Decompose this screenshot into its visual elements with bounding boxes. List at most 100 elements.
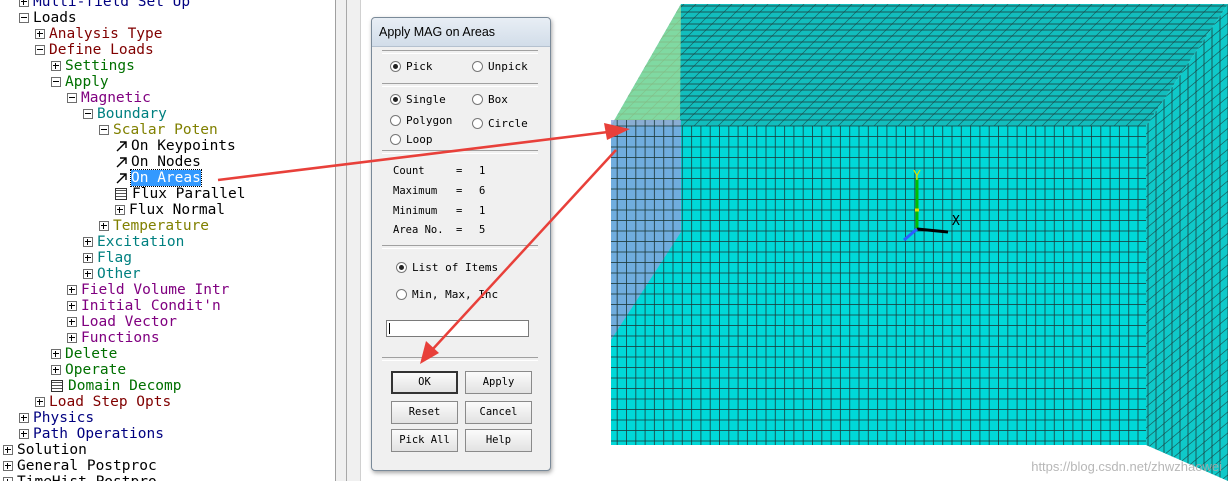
tree-item[interactable]: On Nodes [115, 154, 201, 170]
tree-item[interactable]: Excitation [83, 234, 184, 250]
polygon-radio[interactable]: Polygon [390, 114, 452, 127]
axis-y-label: Y [913, 169, 921, 184]
expand-icon[interactable] [35, 397, 45, 407]
collapse-icon[interactable] [83, 109, 93, 119]
tree-item[interactable]: Field Volume Intr [67, 282, 229, 298]
graphics-viewport[interactable]: Y X https://blog.csdn.net/zhwzhaowei [580, 0, 1228, 481]
ok-button[interactable]: OK [391, 371, 458, 394]
min-max-inc-radio[interactable]: Min, Max, Inc [396, 288, 498, 301]
tree-item-label: Analysis Type [49, 26, 163, 42]
expand-icon[interactable] [67, 333, 77, 343]
tree-item[interactable]: On Keypoints [115, 138, 236, 154]
pick-all-button[interactable]: Pick All [391, 429, 458, 452]
dialog-title: Apply MAG on Areas [372, 18, 550, 47]
expand-icon[interactable] [35, 29, 45, 39]
polygon-label: Polygon [406, 114, 453, 127]
tree-item[interactable]: Other [83, 266, 141, 282]
tree-item[interactable]: Boundary [83, 106, 167, 122]
tree-item-label: Define Loads [49, 42, 154, 58]
tree-item-label: General Postproc [17, 458, 157, 474]
single-radio[interactable]: Single [390, 93, 446, 106]
expand-icon[interactable] [83, 237, 93, 247]
tree-item[interactable]: Flux Normal [115, 202, 225, 218]
tree-item[interactable]: Initial Condit'n [67, 298, 221, 314]
help-button[interactable]: Help [465, 429, 532, 452]
tree-item[interactable]: Flux Parallel [115, 186, 246, 202]
tree-item-label: Field Volume Intr [81, 282, 230, 298]
expand-icon[interactable] [67, 317, 77, 327]
expand-icon[interactable] [83, 269, 93, 279]
minimum-label: Minimum [393, 205, 438, 217]
tree-item-label: Path Operations [33, 426, 164, 442]
expand-icon[interactable] [67, 301, 77, 311]
expand-icon[interactable] [51, 365, 61, 375]
tree-item-label: Functions [81, 330, 160, 346]
tree-item[interactable]: Load Vector [67, 314, 177, 330]
tree-item[interactable]: Analysis Type [35, 26, 163, 42]
collapse-icon[interactable] [19, 13, 29, 23]
radio-dot-icon [396, 289, 407, 300]
tree-item[interactable]: Apply [51, 74, 109, 90]
tree-item-label: Magnetic [81, 90, 151, 106]
unpick-radio[interactable]: Unpick [472, 60, 528, 73]
tree-item[interactable]: Physics [19, 410, 94, 426]
tree-item[interactable]: Path Operations [19, 426, 164, 442]
tree-item[interactable]: Domain Decomp [51, 378, 182, 394]
tree-item[interactable]: Magnetic [67, 90, 151, 106]
min-max-inc-label: Min, Max, Inc [412, 288, 499, 301]
collapse-icon[interactable] [35, 45, 45, 55]
box-radio[interactable]: Box [472, 93, 508, 106]
tree-item[interactable]: Functions [67, 330, 160, 346]
expand-icon[interactable] [19, 429, 29, 439]
tree-item[interactable]: Operate [51, 362, 126, 378]
meshed-block-model[interactable]: Y X [580, 0, 1228, 481]
pick-radio[interactable]: Pick [390, 60, 433, 73]
area-number-label: Area No. [393, 224, 444, 236]
tree-item[interactable]: Flag [83, 250, 132, 266]
apply-button[interactable]: Apply [465, 371, 532, 394]
expand-icon[interactable] [67, 285, 77, 295]
tree-item[interactable]: Loads [19, 10, 77, 26]
panel-splitter[interactable] [335, 0, 361, 481]
tree-item[interactable]: On Areas [115, 169, 202, 187]
reset-button[interactable]: Reset [391, 401, 458, 424]
tree-item-label: Solution [17, 442, 87, 458]
tree-item[interactable]: General Postproc [3, 458, 157, 474]
tree-item[interactable]: Temperature [99, 218, 209, 234]
circle-radio[interactable]: Circle [472, 117, 528, 130]
single-label: Single [406, 93, 446, 106]
equals-sign: = [456, 205, 463, 217]
radio-dot-icon [390, 134, 401, 145]
collapse-icon[interactable] [51, 77, 61, 87]
tree-item-label: Flux Normal [129, 202, 226, 218]
expand-icon[interactable] [3, 461, 13, 471]
tree-item[interactable]: Multi-field Set Up [19, 0, 190, 10]
collapse-icon[interactable] [99, 125, 109, 135]
loop-label: Loop [406, 133, 433, 146]
expand-icon[interactable] [99, 221, 109, 231]
cancel-button[interactable]: Cancel [465, 401, 532, 424]
expand-icon[interactable] [83, 253, 93, 263]
tree-item[interactable]: Solution [3, 442, 87, 458]
pick-entry-input[interactable] [386, 320, 529, 337]
loop-radio[interactable]: Loop [390, 133, 433, 146]
expand-icon[interactable] [19, 0, 29, 7]
expand-icon[interactable] [19, 413, 29, 423]
expand-icon[interactable] [3, 445, 13, 455]
tree-item[interactable]: Delete [51, 346, 117, 362]
tree-item[interactable]: Settings [51, 58, 135, 74]
collapse-icon[interactable] [67, 93, 77, 103]
list-of-items-radio[interactable]: List of Items [396, 261, 498, 274]
expand-icon[interactable] [3, 477, 13, 481]
tree-item-label: Flag [97, 250, 132, 266]
tree-item-label: Boundary [97, 106, 167, 122]
tree-item-label: TimeHist Postpro [17, 474, 157, 481]
expand-icon[interactable] [115, 205, 125, 215]
tree-item-label: On Keypoints [131, 138, 236, 154]
tree-item[interactable]: Load Step Opts [35, 394, 171, 410]
tree-item[interactable]: Scalar Poten [99, 122, 218, 138]
tree-item[interactable]: Define Loads [35, 42, 154, 58]
tree-item[interactable]: TimeHist Postpro [3, 474, 157, 481]
expand-icon[interactable] [51, 61, 61, 71]
expand-icon[interactable] [51, 349, 61, 359]
